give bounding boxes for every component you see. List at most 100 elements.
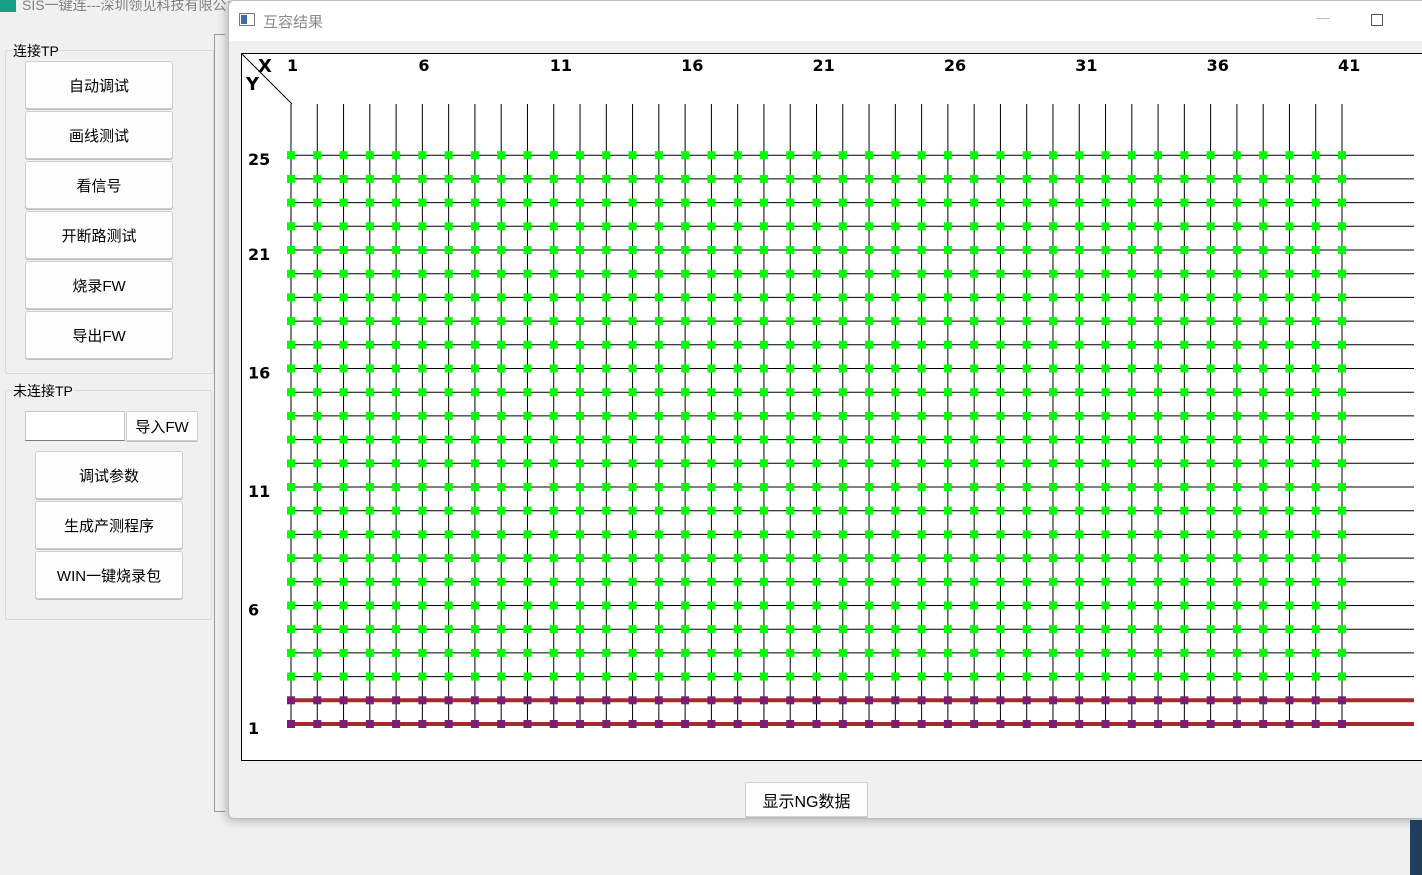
pass-node — [365, 269, 374, 278]
pass-node — [392, 435, 401, 444]
pass-node — [707, 340, 716, 349]
pass-node — [1232, 151, 1241, 160]
pass-node — [470, 530, 479, 539]
pass-node — [339, 293, 348, 302]
win-one-click-flash-button[interactable]: WIN一键烧录包 — [35, 551, 183, 599]
maximize-icon[interactable] — [1371, 14, 1383, 26]
pass-node — [628, 435, 637, 444]
dialog-title: 互容结果 — [263, 14, 324, 31]
pass-node — [681, 483, 690, 491]
pass-node — [1180, 459, 1189, 468]
pass-node — [444, 435, 453, 444]
debug-params-button[interactable]: 调试参数 — [35, 451, 183, 499]
show-ng-data-button[interactable]: 显示NG数据 — [745, 782, 868, 817]
pass-node — [812, 554, 821, 563]
pass-node — [943, 364, 952, 373]
pass-node — [759, 506, 768, 515]
pass-node — [1338, 174, 1346, 183]
pass-node — [1285, 198, 1294, 207]
pass-node — [1022, 246, 1031, 254]
auto-debug-button[interactable]: 自动调试 — [25, 61, 173, 109]
pass-node — [759, 411, 768, 420]
pass-node — [943, 435, 952, 444]
pass-node — [1206, 459, 1215, 468]
pass-node — [943, 293, 952, 302]
pass-node — [970, 530, 979, 539]
pass-node — [838, 388, 847, 397]
pass-node — [1101, 577, 1110, 586]
ng-node — [812, 720, 821, 728]
export-fw-button[interactable]: 导出FW — [25, 311, 173, 359]
pass-node — [838, 672, 847, 681]
pass-node — [681, 293, 690, 302]
pass-node — [339, 246, 348, 254]
pass-node — [470, 246, 479, 254]
pass-node — [1048, 340, 1057, 349]
flash-fw-button[interactable]: 烧录FW — [25, 261, 173, 309]
pass-node — [707, 151, 716, 160]
pass-node — [628, 601, 637, 610]
import-fw-button[interactable]: 导入FW — [126, 411, 198, 441]
generate-prod-test-button[interactable]: 生成产测程序 — [35, 501, 183, 549]
pass-node — [339, 174, 348, 183]
pass-node — [1022, 435, 1031, 444]
pass-node — [392, 364, 401, 373]
line-test-button[interactable]: 画线测试 — [25, 111, 173, 159]
pass-node — [1101, 435, 1110, 444]
pass-node — [707, 435, 716, 444]
pass-node — [707, 530, 716, 539]
pass-node — [313, 459, 322, 468]
pass-node — [786, 672, 795, 681]
pass-node — [786, 364, 795, 373]
ng-node — [523, 696, 532, 705]
pass-node — [1048, 435, 1057, 444]
pass-node — [549, 222, 558, 231]
pass-node — [1180, 648, 1189, 657]
pass-node — [1311, 340, 1320, 349]
pass-node — [733, 198, 742, 207]
pass-node — [444, 554, 453, 563]
pass-node — [1259, 577, 1268, 586]
pass-node — [1338, 364, 1346, 373]
pass-node — [1206, 411, 1215, 420]
ng-node — [1075, 720, 1084, 728]
pass-node — [786, 388, 795, 397]
pass-node — [549, 577, 558, 586]
pass-node — [812, 317, 821, 326]
view-signal-button[interactable]: 看信号 — [25, 161, 173, 209]
minimize-icon[interactable]: — — [1315, 9, 1331, 25]
pass-node — [996, 269, 1005, 278]
pass-node — [1180, 198, 1189, 207]
pass-node — [1022, 174, 1031, 183]
pass-node — [339, 151, 348, 160]
pass-node — [1259, 340, 1268, 349]
pass-node — [1048, 554, 1057, 563]
pass-node — [917, 364, 926, 373]
open-short-test-button[interactable]: 开断路测试 — [25, 211, 173, 259]
pass-node — [523, 577, 532, 586]
pass-node — [576, 435, 585, 444]
pass-node — [865, 648, 874, 657]
pass-node — [1338, 530, 1346, 539]
pass-node — [1338, 411, 1346, 420]
dialog-titlebar[interactable]: 互容结果 — — [229, 1, 1422, 41]
pass-node — [444, 151, 453, 160]
pass-node — [812, 530, 821, 539]
x-tick-label: 1 — [287, 56, 298, 75]
pass-node — [1048, 269, 1057, 278]
pass-node — [365, 317, 374, 326]
pass-node — [1232, 364, 1241, 373]
pass-node — [365, 388, 374, 397]
pass-node — [681, 246, 690, 254]
pass-node — [707, 601, 716, 610]
pass-node — [418, 435, 427, 444]
pass-node — [654, 388, 663, 397]
pass-node — [996, 364, 1005, 373]
pass-node — [996, 198, 1005, 207]
pass-node — [313, 554, 322, 563]
pass-node — [444, 648, 453, 657]
pass-node — [943, 577, 952, 586]
pass-node — [681, 411, 690, 420]
pass-node — [654, 246, 663, 254]
fw-path-input[interactable] — [25, 411, 125, 441]
